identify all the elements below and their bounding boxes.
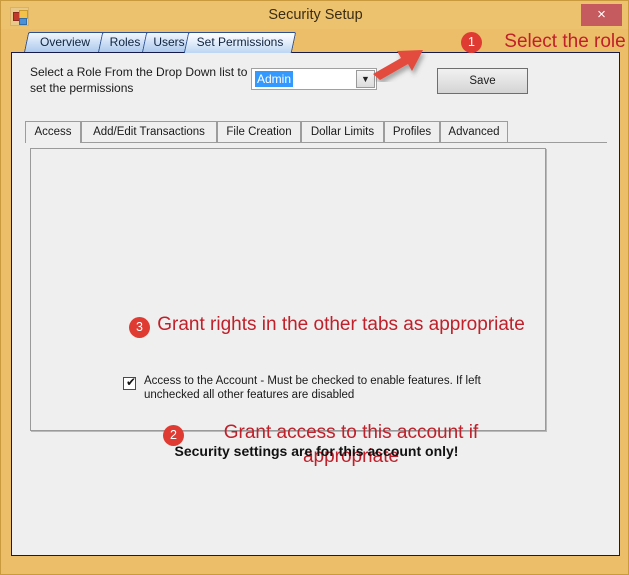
client-area: Select a Role From the Drop Down list to… — [11, 52, 620, 556]
footer-note: Security settings are for this account o… — [174, 443, 459, 459]
role-dropdown-value: Admin — [255, 71, 294, 87]
role-instruction-label: Select a Role From the Drop Down list to… — [30, 65, 248, 95]
access-checkbox-label: Access to the Account - Must be checked … — [144, 375, 481, 401]
annotation-badge-3: 3 — [129, 317, 150, 338]
outer-tab-set-permissions[interactable]: Set Permissions — [183, 32, 297, 53]
inner-tab-profiles[interactable]: Profiles — [384, 121, 440, 143]
annotation-badge-1: 1 — [461, 32, 482, 53]
checkmark-icon: ✔ — [126, 375, 137, 389]
access-tab-panel: 3 Grant rights in the other tabs as appr… — [30, 148, 546, 467]
outer-tab-label: Set Permissions — [196, 35, 284, 49]
inner-tab-file-creation[interactable]: File Creation — [217, 121, 301, 143]
inner-tab-strip: Access Add/Edit Transactions File Creation… — [25, 121, 607, 143]
inner-tab-dollar-limits[interactable]: Dollar Limits — [301, 121, 384, 143]
inner-tab-add-edit-transactions[interactable]: Add/Edit Transactions — [81, 121, 217, 143]
outer-tab-label: Overview — [39, 35, 90, 49]
security-setup-window: Security Setup × Overview Roles Users Set P… — [0, 0, 629, 575]
close-icon[interactable]: × — [581, 4, 622, 26]
annotation-text-1: Select the role — [504, 31, 626, 52]
inner-tab-access[interactable]: Access — [25, 121, 81, 143]
role-dropdown[interactable]: Admin ▼ — [251, 68, 377, 90]
annotation-text-3: Grant rights in the other tabs as approp… — [157, 314, 525, 335]
inner-tab-selected-cut — [26, 142, 80, 143]
title-bar: Security Setup × — [1, 1, 628, 29]
outer-tab-overview[interactable]: Overview — [23, 32, 107, 53]
window-title: Security Setup — [268, 7, 363, 23]
inner-tab-advanced[interactable]: Advanced — [440, 121, 508, 143]
inner-tab-underline — [25, 142, 607, 143]
access-checkbox[interactable]: ✔ — [123, 375, 137, 390]
